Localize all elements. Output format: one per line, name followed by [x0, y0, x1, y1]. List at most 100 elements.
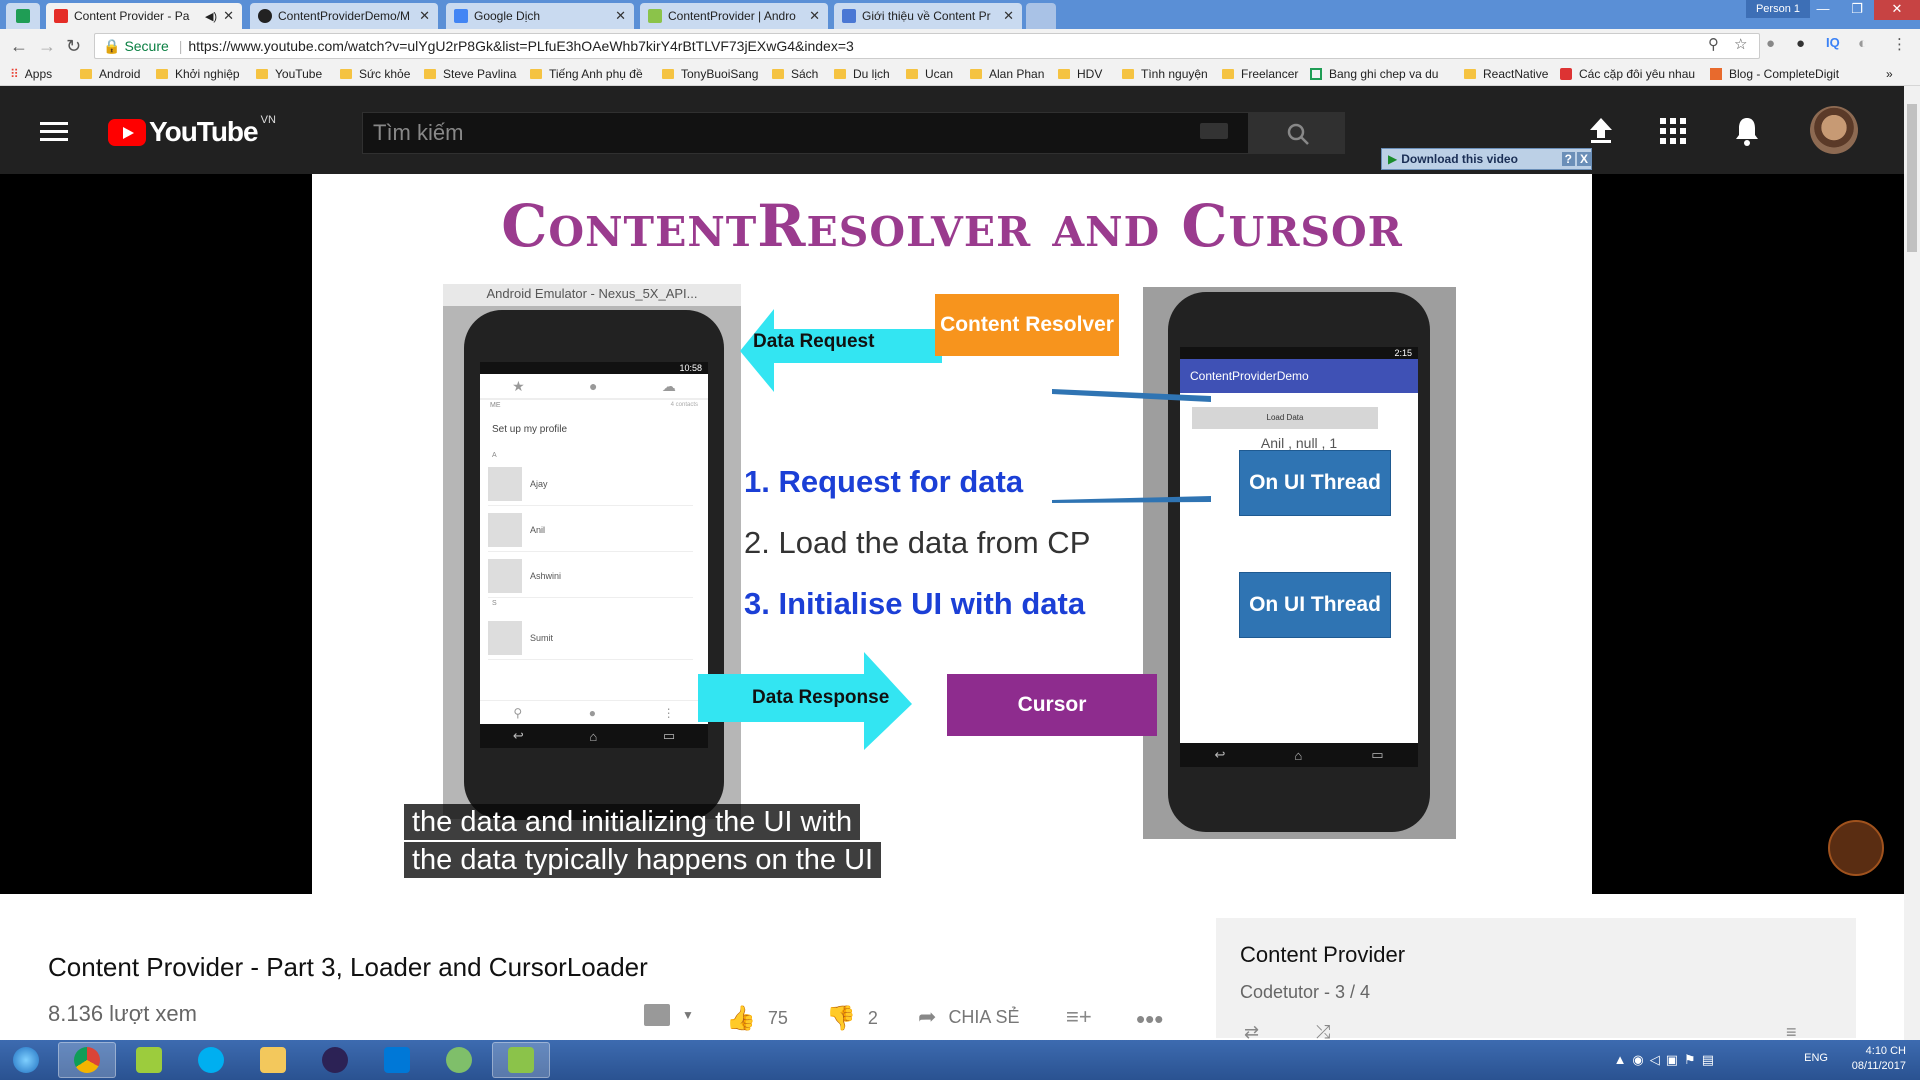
folder-icon	[156, 69, 168, 79]
search-button[interactable]	[1249, 112, 1345, 154]
taskbar-explorer[interactable]	[244, 1042, 302, 1078]
thumbs-down-icon: 👎	[826, 1005, 856, 1032]
close-window-button[interactable]: ✕	[1874, 0, 1920, 20]
bookmark-apps[interactable]: ⠿ Apps	[10, 67, 52, 81]
tab-close-icon[interactable]: ✕	[223, 8, 234, 24]
bookmark-item[interactable]: Tiếng Anh phụ đề	[530, 67, 643, 81]
avatar[interactable]	[1810, 106, 1858, 154]
scrollbar-thumb[interactable]	[1907, 104, 1917, 252]
video-player[interactable]: ContentResolver and Cursor Android Emula…	[0, 174, 1904, 894]
tab-apps-launcher[interactable]	[6, 3, 40, 29]
bookmark-item[interactable]: Android	[80, 67, 140, 81]
taskbar-notepad[interactable]	[120, 1042, 178, 1078]
taskbar-paint[interactable]	[430, 1042, 488, 1078]
tab-github[interactable]: ContentProviderDemo/M ✕	[250, 3, 438, 29]
bell-icon[interactable]	[1734, 116, 1760, 146]
youtube-play-icon	[108, 118, 146, 146]
bookmark-item[interactable]: HDV	[1058, 67, 1102, 81]
apps-grid-icon[interactable]	[1660, 118, 1686, 144]
bookmark-item[interactable]: Tình nguyện	[1122, 67, 1208, 81]
bookmark-item[interactable]: Sức khỏe	[340, 67, 410, 81]
bookmark-item[interactable]: Khởi nghiệp	[156, 67, 240, 81]
playlist-subtitle[interactable]: Codetutor - 3 / 4	[1240, 982, 1370, 1003]
save-to-playlist-button[interactable]: ≡+	[1066, 1004, 1092, 1030]
bookmark-item[interactable]: YouTube	[256, 67, 322, 81]
new-tab-button[interactable]	[1026, 3, 1056, 29]
reload-icon[interactable]: ↻	[66, 36, 81, 57]
taskbar-skype[interactable]	[182, 1042, 240, 1078]
like-button[interactable]: 👍 75	[726, 1004, 788, 1033]
bookmarks-bar: ⠿ Apps Android Khởi nghiệp YouTube Sức kh…	[0, 64, 1920, 86]
tab-viblo[interactable]: Giới thiệu về Content Pr ✕	[834, 3, 1022, 29]
close-icon[interactable]: X	[1576, 152, 1591, 166]
bookmark-item[interactable]: Các cặp đôi yêu nhau	[1560, 67, 1695, 81]
extension-iq-icon[interactable]: IQ	[1826, 35, 1840, 50]
youtube-favicon-icon	[54, 9, 68, 23]
zoom-icon[interactable]: ⚲	[1708, 35, 1719, 53]
tab-google-translate[interactable]: Google Dịch ✕	[446, 3, 634, 29]
share-button[interactable]: ➦ CHIA SẺ	[918, 1004, 1019, 1030]
bookmark-item[interactable]: Sách	[772, 67, 818, 81]
bookmark-item[interactable]: TonyBuoiSang	[662, 67, 758, 81]
folder-icon	[970, 69, 982, 79]
dislike-button[interactable]: 👎 2	[826, 1004, 878, 1033]
taskbar-android-studio[interactable]	[492, 1042, 550, 1078]
tab-android-docs[interactable]: ContentProvider | Andro ✕	[640, 3, 828, 29]
tab-close-icon[interactable]: ✕	[1003, 8, 1014, 24]
folder-icon	[772, 69, 784, 79]
bookmark-item[interactable]: Steve Pavlina	[424, 67, 516, 81]
step-load: 2. Load the data from CP	[744, 525, 1091, 560]
taskbar-vscode[interactable]	[368, 1042, 426, 1078]
profile-button[interactable]: Person 1	[1745, 0, 1810, 18]
bookmark-item[interactable]: Freelancer	[1222, 67, 1298, 81]
upload-icon[interactable]	[1588, 116, 1614, 144]
data-response-label: Data Response	[752, 687, 890, 708]
tab-close-icon[interactable]: ✕	[419, 8, 430, 24]
start-button[interactable]	[0, 1042, 52, 1078]
forward-icon[interactable]: →	[38, 36, 56, 57]
github-favicon-icon	[258, 9, 272, 23]
guide-menu-icon[interactable]	[40, 122, 68, 142]
youtube-logo[interactable]: YouTube VN	[108, 114, 276, 148]
search-input[interactable]: Tìm kiếm	[362, 112, 1249, 154]
bookmark-star-icon[interactable]: ☆	[1734, 35, 1747, 53]
bookmark-item[interactable]: Du lịch	[834, 67, 890, 81]
bookmark-item[interactable]: Blog - CompleteDigit	[1710, 67, 1839, 81]
download-video-banner[interactable]: ▶ Download this video ? X	[1381, 148, 1592, 170]
play-arrow-icon: ▶	[1388, 152, 1398, 166]
system-tray-icons[interactable]: ▲◉◁▣⚑▤	[1614, 1052, 1720, 1068]
help-icon[interactable]: ?	[1561, 152, 1575, 166]
playlist-add-icon: ≡+	[1066, 1004, 1092, 1029]
playlist-add-menu[interactable]: ▼	[644, 1004, 694, 1026]
search-icon	[1287, 123, 1309, 145]
keyboard-icon[interactable]	[1200, 123, 1228, 139]
extension-k-icon[interactable]: ●	[1796, 35, 1805, 52]
input-language[interactable]: ENG	[1804, 1052, 1828, 1064]
extension-icon[interactable]: ●	[1766, 35, 1775, 52]
more-actions-button[interactable]: •••	[1136, 1004, 1163, 1035]
tab-content-provider[interactable]: Content Provider - Pa ◀) ✕	[46, 3, 242, 29]
minimize-button[interactable]: —	[1806, 0, 1840, 20]
taskbar-chrome[interactable]	[58, 1042, 116, 1078]
bookmark-item[interactable]: ReactNative	[1464, 67, 1548, 81]
bookmark-item[interactable]: Ucan	[906, 67, 953, 81]
menu-icon[interactable]: ⋮	[1892, 35, 1907, 53]
url-input[interactable]: 🔒 Secure | https://www.youtube.com/watch?v…	[94, 33, 1760, 59]
bookmarks-overflow-button[interactable]: »	[1886, 67, 1893, 81]
extension-gray-icon[interactable]: ◐	[1858, 35, 1867, 52]
region-label: VN	[260, 114, 276, 126]
system-clock[interactable]: 4:10 CH 08/11/2017	[1852, 1044, 1906, 1074]
video-title: Content Provider - Part 3, Loader and Cu…	[48, 952, 648, 982]
bookmark-item[interactable]: Alan Phan	[970, 67, 1044, 81]
tab-close-icon[interactable]: ✕	[809, 8, 820, 24]
playlist-title[interactable]: Content Provider	[1240, 942, 1405, 968]
channel-watermark-icon[interactable]	[1828, 820, 1884, 876]
taskbar-eclipse[interactable]	[306, 1042, 364, 1078]
restore-button[interactable]: ❐	[1840, 0, 1874, 20]
back-icon[interactable]: ←	[10, 36, 28, 57]
tab-close-icon[interactable]: ✕	[615, 8, 626, 24]
audio-icon[interactable]: ◀)	[205, 10, 217, 23]
bookmark-item[interactable]: Bang ghi chep va du	[1310, 67, 1438, 81]
folder-icon	[1122, 69, 1134, 79]
page-scrollbar[interactable]	[1904, 86, 1920, 1040]
